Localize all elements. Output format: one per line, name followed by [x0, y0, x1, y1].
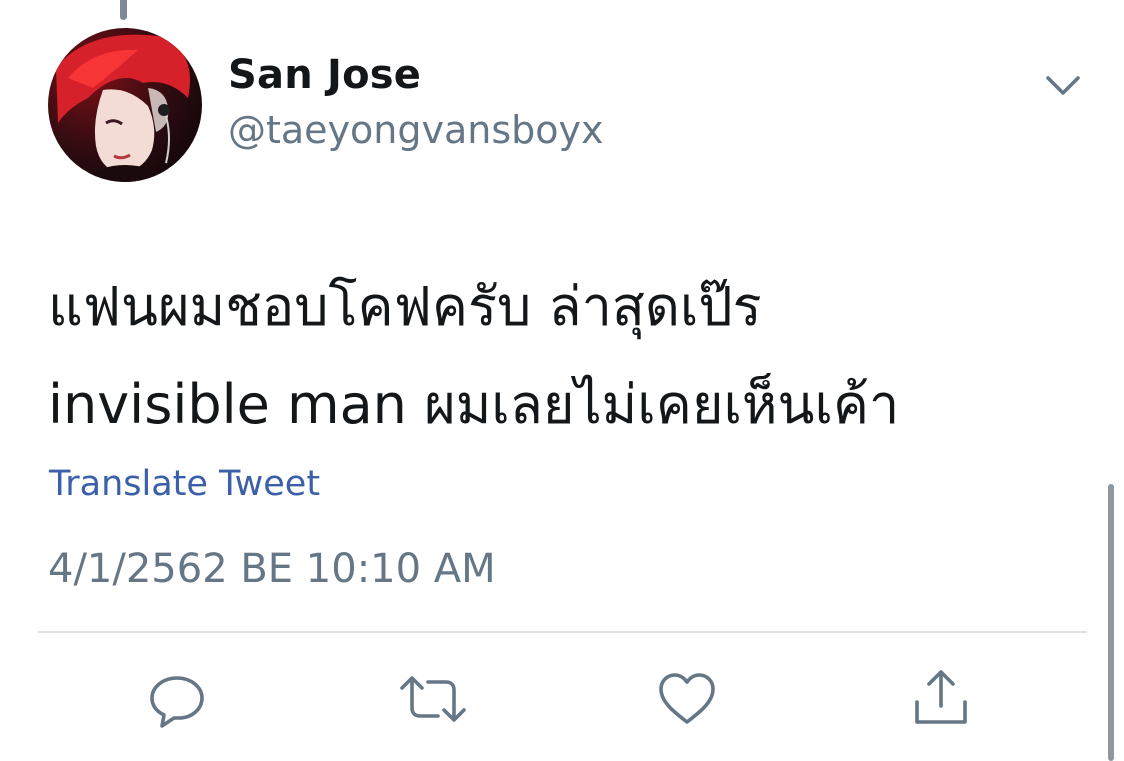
reply-icon [150, 676, 204, 728]
avatar-image [48, 28, 202, 182]
retweet-icon [400, 676, 466, 722]
tweet-text-line: invisible man ผมเลยไม่เคยเห็นเค้า [48, 373, 900, 436]
retweet-button[interactable] [398, 668, 466, 730]
tweet-timestamp: 4/1/2562 BE 10:10 AM [48, 546, 496, 592]
thread-connector-line [120, 0, 127, 20]
share-icon [915, 670, 967, 724]
divider [38, 631, 1087, 633]
tweet-text-line: แฟนผมชอบโคฟครับ ล่าสุดเป๊ร [48, 275, 762, 338]
chevron-down-icon [1046, 76, 1080, 95]
reply-button[interactable] [146, 668, 208, 730]
like-button[interactable] [656, 668, 718, 730]
share-button[interactable] [910, 668, 972, 730]
heart-icon [659, 673, 715, 724]
tweet-menu-button[interactable] [1042, 68, 1084, 102]
scrollbar[interactable] [1108, 484, 1114, 761]
author-display-name[interactable]: San Jose [228, 52, 421, 98]
tweet-body: แฟนผมชอบโคฟครับ ล่าสุดเป๊ร invisible man… [48, 258, 1068, 454]
avatar[interactable] [48, 28, 202, 182]
author-handle[interactable]: @taeyongvansboyx [228, 108, 604, 152]
translate-tweet-link[interactable]: Translate Tweet [49, 464, 320, 504]
